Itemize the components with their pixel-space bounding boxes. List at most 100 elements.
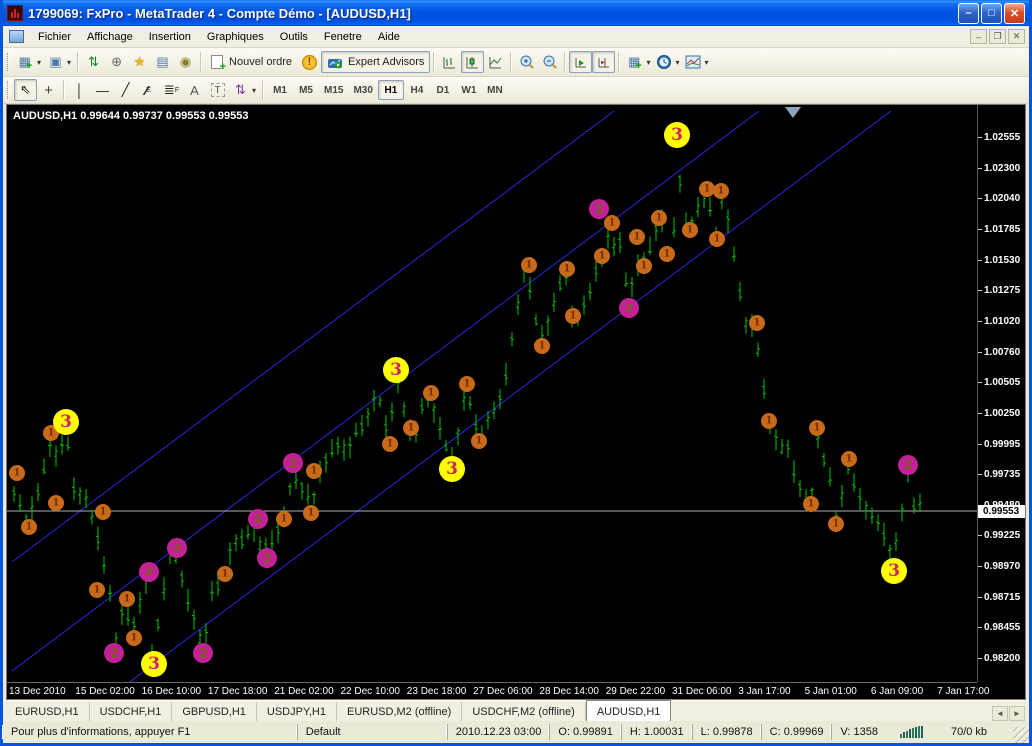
- mdi-restore-button[interactable]: ❐: [989, 29, 1006, 44]
- crosshair-tool-button[interactable]: +: [37, 79, 60, 101]
- tab-usdjpy-h1[interactable]: USDJPY,H1: [257, 702, 337, 721]
- data-window-button[interactable]: ⊕: [105, 51, 128, 73]
- toolbar-grip-2[interactable]: [7, 81, 10, 99]
- new-order-button[interactable]: + Nouvel ordre: [205, 51, 298, 73]
- horizontal-line-tool-button[interactable]: —: [91, 79, 114, 101]
- timeframe-m15[interactable]: M15: [319, 80, 348, 100]
- svg-text:1: 1: [428, 388, 435, 399]
- svg-text:2: 2: [263, 551, 271, 565]
- mdi-close-button[interactable]: ✕: [1008, 29, 1025, 44]
- tabs-scroll-right-button[interactable]: ►: [1009, 706, 1025, 721]
- menu-insertion[interactable]: Insertion: [141, 28, 199, 46]
- svg-text:1: 1: [387, 439, 394, 450]
- tab-usdchf-h1[interactable]: USDCHF,H1: [90, 702, 173, 721]
- tab-gbpusd-h1[interactable]: GBPUSD,H1: [172, 702, 257, 721]
- label-tool-button[interactable]: T: [206, 79, 229, 101]
- trendline-icon: ╱: [117, 82, 134, 98]
- wave-1-marker: 1: [629, 229, 645, 245]
- svg-text:3: 3: [148, 654, 160, 674]
- cursor-tool-button[interactable]: ⇖: [14, 79, 37, 101]
- tab-audusd-h1[interactable]: AUDUSD,H1: [586, 700, 672, 721]
- tab-usdchf-m2-offline[interactable]: USDCHF,M2 (offline): [462, 702, 586, 721]
- channel-tool-button[interactable]: ∕∕E: [137, 79, 160, 101]
- metaeditor-button[interactable]: !: [298, 51, 321, 73]
- minimize-button[interactable]: –: [958, 3, 979, 24]
- trendline-tool-button[interactable]: ╱: [114, 79, 137, 101]
- chart-symbol-ohlc: AUDUSD,H1 0.99644 0.99737 0.99553 0.9955…: [13, 110, 248, 122]
- zoom-in-button[interactable]: [515, 51, 538, 73]
- timeframe-h1[interactable]: H1: [378, 80, 404, 100]
- line-chart-button[interactable]: [484, 51, 507, 73]
- wave-1-marker: 1: [682, 222, 698, 238]
- menu-outils[interactable]: Outils: [272, 28, 316, 46]
- svg-text:1: 1: [846, 454, 853, 465]
- toolbar-grip[interactable]: [7, 53, 10, 71]
- main-window: 1799069: FxPro - MetaTrader 4 - Compte D…: [0, 0, 1032, 746]
- svg-text:1: 1: [766, 416, 773, 427]
- tab-eurusd-m2-offline[interactable]: EURUSD,M2 (offline): [337, 702, 462, 721]
- maximize-button[interactable]: □: [981, 3, 1002, 24]
- price-axis[interactable]: 1.025551.023001.020401.017851.015301.012…: [977, 105, 1025, 682]
- wave-1-marker: 1: [126, 630, 142, 646]
- svg-text:1: 1: [48, 428, 55, 439]
- strategy-tester-button[interactable]: ◉: [174, 51, 197, 73]
- timeframe-w1[interactable]: W1: [456, 80, 482, 100]
- indicators-button[interactable]: ▦+▾: [623, 51, 653, 73]
- tab-eurusd-h1[interactable]: EURUSD,H1: [5, 702, 90, 721]
- templates-button[interactable]: ▾: [682, 51, 711, 73]
- menu-fenetre[interactable]: Fenetre: [316, 28, 370, 46]
- svg-text:1: 1: [808, 499, 815, 510]
- new-chart-button[interactable]: ▦+▾: [14, 51, 44, 73]
- line-chart-icon: [488, 55, 503, 70]
- timeframe-buttons: M1M5M15M30H1H4D1W1MN: [267, 80, 508, 100]
- title-bar: 1799069: FxPro - MetaTrader 4 - Compte D…: [3, 0, 1029, 26]
- chart-window-icon: [9, 30, 24, 43]
- candlestick-chart-button[interactable]: [461, 51, 484, 73]
- timeframe-m5[interactable]: M5: [293, 80, 319, 100]
- navigator-button[interactable]: ★: [128, 51, 151, 73]
- timeframe-d1[interactable]: D1: [430, 80, 456, 100]
- wave-2-marker: 2: [589, 199, 609, 219]
- status-profile[interactable]: Default: [297, 724, 447, 740]
- menu-affichage[interactable]: Affichage: [79, 28, 141, 46]
- time-axis[interactable]: 13 Dec 201015 Dec 02:0016 Dec 10:0017 De…: [7, 682, 977, 699]
- menu-graphiques[interactable]: Graphiques: [199, 28, 272, 46]
- vertical-line-tool-button[interactable]: │: [68, 79, 91, 101]
- chart-window[interactable]: AUDUSD,H1 0.99644 0.99737 0.99553 0.9955…: [6, 104, 1026, 700]
- close-button[interactable]: ✕: [1004, 3, 1025, 24]
- terminal-button[interactable]: ▤: [151, 51, 174, 73]
- timeframe-mn[interactable]: MN: [482, 80, 508, 100]
- svg-text:1: 1: [814, 423, 821, 434]
- profiles-button[interactable]: ▣▾: [44, 51, 74, 73]
- wave-3-marker: 3: [141, 651, 167, 677]
- chart-shift-button[interactable]: [592, 51, 615, 73]
- menu-fichier[interactable]: Fichier: [30, 28, 79, 46]
- mdi-minimize-button[interactable]: –: [970, 29, 987, 44]
- expert-advisors-button[interactable]: Expert Advisors: [321, 51, 430, 73]
- wave-1-marker: 1: [423, 385, 439, 401]
- text-tool-button[interactable]: A: [183, 79, 206, 101]
- svg-text:1: 1: [94, 585, 101, 596]
- wave-1-marker: 1: [559, 261, 575, 277]
- terminal-icon: ▤: [154, 54, 171, 70]
- timeframe-m30[interactable]: M30: [348, 80, 377, 100]
- auto-scroll-button[interactable]: [569, 51, 592, 73]
- wave-1-marker: 1: [521, 257, 537, 273]
- market-watch-button[interactable]: ⇅: [82, 51, 105, 73]
- chart-plot-area[interactable]: AUDUSD,H1 0.99644 0.99737 0.99553 0.9955…: [7, 105, 977, 682]
- wave-1-marker: 1: [828, 516, 844, 532]
- tabs-scroll-left-button[interactable]: ◄: [992, 706, 1008, 721]
- wave-2-marker: 2: [248, 509, 268, 529]
- periods-button[interactable]: ▾: [653, 51, 682, 73]
- text-label-icon: T: [211, 83, 225, 97]
- bar-chart-button[interactable]: [438, 51, 461, 73]
- fibonacci-tool-button[interactable]: ≣F: [160, 79, 183, 101]
- new-order-label: Nouvel ordre: [229, 56, 292, 68]
- timeframe-m1[interactable]: M1: [267, 80, 293, 100]
- resize-grip[interactable]: [1013, 727, 1029, 743]
- arrows-tool-button[interactable]: ⇅▾: [229, 79, 259, 101]
- app-icon: [7, 5, 23, 21]
- zoom-out-button[interactable]: [538, 51, 561, 73]
- menu-aide[interactable]: Aide: [370, 28, 408, 46]
- timeframe-h4[interactable]: H4: [404, 80, 430, 100]
